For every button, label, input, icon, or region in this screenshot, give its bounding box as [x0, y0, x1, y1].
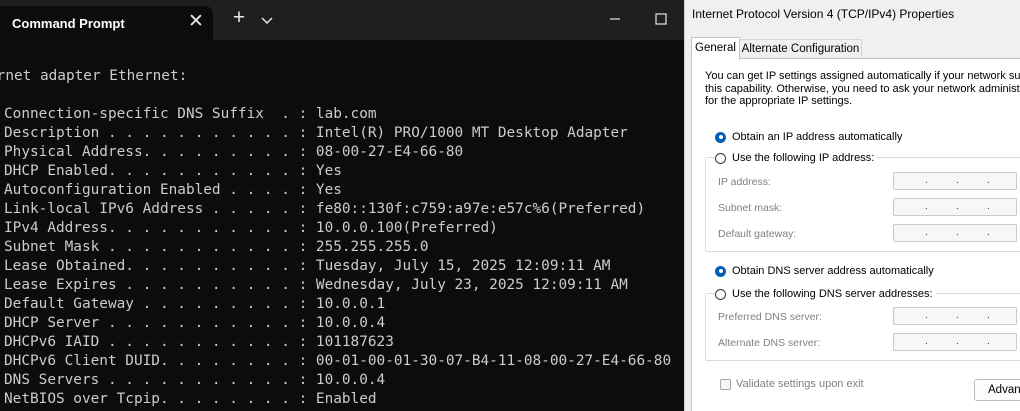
subnet-mask-input[interactable]: ...	[893, 198, 1017, 216]
console-line: Link-local IPv6 Address . . . . . : fe80…	[4, 201, 646, 217]
default-gateway-input[interactable]: ...	[893, 224, 1017, 242]
preferred-dns-input[interactable]: ...	[893, 307, 1017, 325]
advanced-button[interactable]: Advanced...	[974, 379, 1020, 401]
console-line: DNS Servers . . . . . . . . . . . : 10.0…	[4, 372, 386, 388]
console-line: DHCPv6 IAID . . . . . . . . . . . : 1011…	[4, 334, 394, 350]
tab-alternate-configuration[interactable]: Alternate Configuration	[739, 39, 862, 59]
intro-line: You can get IP settings assigned automat…	[705, 70, 1020, 82]
ip-address-label: IP address:	[718, 176, 771, 188]
tab-command-prompt[interactable]: Command Prompt ✕	[0, 6, 213, 40]
octet-dot: .	[987, 227, 990, 238]
command-prompt-window: Command Prompt ✕ + ernet adapter Etherne…	[0, 0, 684, 411]
octet-dot: .	[987, 201, 990, 212]
title-bar: Command Prompt ✕ +	[0, 0, 684, 40]
ipv4-properties-dialog: Internet Protocol Version 4 (TCP/IPv4) P…	[684, 0, 1020, 411]
new-tab-button[interactable]: +	[228, 7, 250, 30]
maximize-button[interactable]	[650, 8, 672, 30]
default-gateway-label: Default gateway:	[718, 228, 797, 240]
radio-label: Use the following IP address:	[732, 152, 875, 164]
octet-dot: .	[987, 310, 990, 321]
radio-unselected-icon	[715, 152, 726, 164]
console-line: Default Gateway . . . . . . . . . : 10.0…	[4, 296, 386, 312]
radio-unselected-icon	[715, 288, 726, 300]
octet-dot: .	[956, 201, 959, 212]
octet-dot: .	[925, 201, 928, 212]
console-line: Autoconfiguration Enabled . . . . : Yes	[4, 182, 342, 198]
console-line: Subnet Mask . . . . . . . . . . . : 255.…	[4, 239, 429, 255]
console-line: DHCP Enabled. . . . . . . . . . . : Yes	[4, 163, 342, 179]
intro-line: this capability. Otherwise, you need to …	[705, 82, 1020, 95]
octet-dot: .	[956, 175, 959, 186]
tab-general[interactable]: General	[691, 37, 740, 60]
minimize-button[interactable]	[604, 8, 626, 30]
console-line: Lease Obtained. . . . . . . . . . : Tues…	[4, 258, 611, 274]
tab-title: Command Prompt	[12, 16, 125, 31]
validate-settings-checkbox[interactable]: Validate settings upon exit	[720, 378, 864, 390]
octet-dot: .	[956, 310, 959, 321]
console-line: ernet adapter Ethernet:	[0, 68, 188, 84]
console-line: Physical Address. . . . . . . . . : 08-0…	[4, 144, 464, 160]
octet-dot: .	[987, 336, 990, 347]
chevron-down-icon[interactable]	[258, 11, 276, 29]
octet-dot: .	[925, 175, 928, 186]
ip-address-input[interactable]: ...	[893, 172, 1017, 190]
console-output[interactable]: ernet adapter Ethernet: Connection-speci…	[0, 40, 684, 411]
radio-label: Obtain an IP address automatically	[732, 131, 903, 143]
alternate-dns-input[interactable]: ...	[893, 333, 1017, 351]
octet-dot: .	[925, 310, 928, 321]
dialog-title: Internet Protocol Version 4 (TCP/IPv4) P…	[692, 7, 955, 21]
intro-text: You can get IP settings assigned automat…	[705, 70, 1020, 108]
console-line: Connection-specific DNS Suffix . : lab.c…	[4, 106, 377, 122]
radio-selected-icon	[715, 131, 726, 143]
obtain-dns-auto-radio[interactable]: Obtain DNS server address automatically	[715, 265, 934, 277]
use-following-ip-radio[interactable]: Use the following IP address:	[715, 152, 878, 164]
console-line: Lease Expires . . . . . . . . . . : Wedn…	[4, 277, 628, 293]
console-line: DHCPv6 Client DUID. . . . . . . . : 00-0…	[4, 353, 672, 369]
console-line: Description . . . . . . . . . . . : Inte…	[4, 125, 628, 141]
octet-dot: .	[925, 336, 928, 347]
console-line: NetBIOS over Tcpip. . . . . . . . : Enab…	[4, 391, 377, 407]
checkbox-label: Validate settings upon exit	[736, 378, 864, 390]
radio-selected-icon	[715, 265, 726, 277]
use-following-dns-radio[interactable]: Use the following DNS server addresses:	[715, 288, 936, 300]
console-line: IPv4 Address. . . . . . . . . . . : 10.0…	[4, 220, 498, 236]
console-line: DHCP Server . . . . . . . . . . . : 10.0…	[4, 315, 386, 331]
obtain-ip-auto-radio[interactable]: Obtain an IP address automatically	[715, 131, 902, 143]
close-tab-icon[interactable]: ✕	[184, 11, 208, 35]
octet-dot: .	[956, 336, 959, 347]
subnet-mask-label: Subnet mask:	[718, 202, 783, 214]
radio-label: Obtain DNS server address automatically	[732, 265, 934, 277]
octet-dot: .	[956, 227, 959, 238]
checkbox-unchecked-icon	[720, 378, 731, 390]
radio-label: Use the following DNS server addresses:	[732, 288, 933, 300]
octet-dot: .	[987, 175, 990, 186]
alternate-dns-label: Alternate DNS server:	[718, 337, 821, 349]
intro-line: for the appropriate IP settings.	[705, 95, 853, 107]
preferred-dns-label: Preferred DNS server:	[718, 311, 822, 323]
octet-dot: .	[925, 227, 928, 238]
